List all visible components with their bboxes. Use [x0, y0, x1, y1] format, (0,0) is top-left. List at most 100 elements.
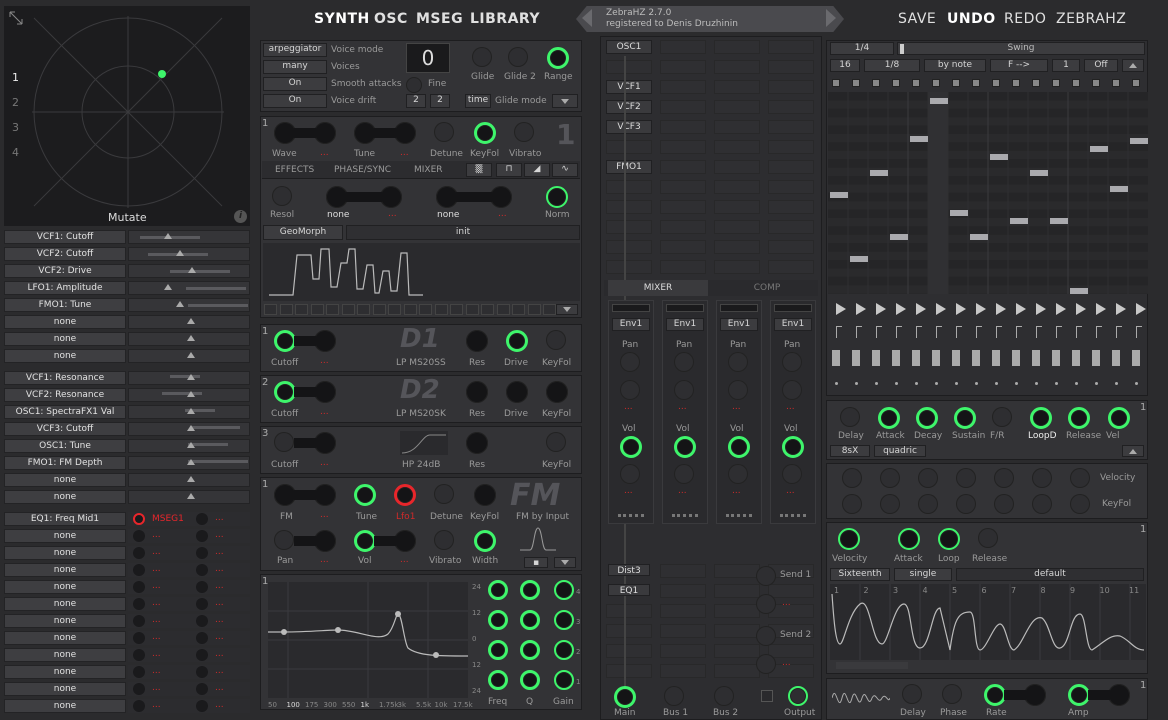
mseg-velocity-knob[interactable] — [838, 528, 860, 550]
arp-step-dot[interactable] — [1055, 382, 1058, 385]
vibrato-knob[interactable] — [514, 122, 534, 142]
grid-slot[interactable] — [660, 584, 706, 598]
arp-order-button[interactable]: by note — [924, 59, 986, 72]
grid-slot[interactable] — [660, 624, 706, 638]
fmo-pan-mod-knob[interactable] — [314, 530, 336, 552]
waveform-square-icon[interactable]: ⊓ — [496, 163, 522, 177]
mod-target-c-6[interactable]: none — [4, 614, 126, 628]
grid-slot[interactable] — [606, 140, 652, 154]
arp-oct-button[interactable]: 1 — [1052, 59, 1080, 72]
grid-slot[interactable] — [714, 260, 760, 274]
osc-step[interactable] — [403, 304, 417, 315]
eq-band-knob[interactable] — [488, 580, 508, 600]
eq-band-knob[interactable] — [520, 670, 540, 690]
env-mod-knob[interactable] — [880, 494, 900, 514]
arp-steps-button[interactable]: 16 — [830, 59, 860, 72]
tab-osc[interactable]: OSC — [374, 11, 408, 27]
arp-len-button[interactable]: 1/8 — [864, 59, 920, 72]
grid-slot[interactable] — [768, 644, 814, 658]
send2-mod-knob[interactable] — [756, 654, 776, 674]
arp-velocity-bar[interactable] — [1132, 350, 1140, 366]
mseg-graph[interactable] — [830, 584, 1146, 660]
grid-slot[interactable] — [714, 180, 760, 194]
arp-step-toggle[interactable] — [872, 79, 880, 87]
osc-step[interactable] — [326, 304, 339, 315]
mod-source-mod_rows_a-1[interactable]: VCF2: Cutoff — [4, 247, 126, 261]
grid-slot[interactable] — [660, 140, 706, 154]
env-mod-knob[interactable] — [956, 468, 976, 488]
env-mod-knob[interactable] — [1032, 468, 1052, 488]
fmo-vol-mod-knob[interactable] — [394, 530, 416, 552]
mod-source-mod_rows_b-7[interactable]: none — [4, 490, 126, 504]
arp-gate-icon[interactable] — [896, 326, 902, 338]
arp-velocity-bar[interactable] — [992, 350, 1000, 366]
tab-synth[interactable]: SYNTH — [314, 11, 370, 27]
grid-slot[interactable] — [768, 240, 814, 254]
grid-slot[interactable] — [606, 604, 652, 618]
grid-slot[interactable] — [714, 40, 760, 54]
mixer-vol-mod-knob[interactable] — [782, 464, 802, 484]
arp-play-step-icon[interactable] — [1136, 303, 1146, 315]
arp-step-dot[interactable] — [835, 382, 838, 385]
grid-slot[interactable] — [660, 200, 706, 214]
osc-preset-init[interactable]: init — [346, 225, 580, 240]
env-knob-7[interactable] — [1108, 407, 1130, 429]
arp-play-step-icon[interactable] — [916, 303, 926, 315]
eq-band-knob[interactable] — [520, 580, 540, 600]
vcf2-cutoff-knob[interactable] — [274, 381, 296, 403]
mod-target-c-7[interactable]: none — [4, 631, 126, 645]
tab-mixer-grid[interactable]: MIXER — [608, 280, 708, 296]
grid-slot[interactable] — [768, 160, 814, 174]
env-mod-knob[interactable] — [880, 468, 900, 488]
resol-knob[interactable] — [272, 186, 292, 206]
grid-slot[interactable] — [768, 584, 814, 598]
arp-step-toggle[interactable] — [832, 79, 840, 87]
grid-slot[interactable] — [606, 644, 652, 658]
arp-collapse-button[interactable] — [1122, 59, 1144, 72]
arp-play-step-icon[interactable] — [856, 303, 866, 315]
osc-step[interactable] — [527, 304, 541, 315]
mod-c-knob2[interactable] — [196, 666, 208, 678]
eq-band-knob[interactable] — [554, 610, 574, 630]
eq-band-knob[interactable] — [520, 640, 540, 660]
mod-c-knob2[interactable] — [196, 513, 208, 525]
vcf1-cutoff-knob[interactable] — [274, 330, 296, 352]
grid-slot[interactable] — [606, 220, 652, 234]
xy-num-1[interactable]: 1 — [12, 71, 19, 84]
mod-source-mod_rows_b-1[interactable]: VCF2: Resonance — [4, 388, 126, 402]
mod-source-mod_rows_b-5[interactable]: FMO1: FM Depth — [4, 456, 126, 470]
mixer-pan-knob[interactable] — [674, 352, 694, 372]
vcf1-type-label[interactable]: LP MS20SS — [396, 358, 446, 368]
fmo-tune-mod-knob[interactable] — [394, 484, 416, 506]
arp-gate-icon[interactable] — [1016, 326, 1022, 338]
env-knob-4[interactable] — [992, 407, 1012, 427]
time-button[interactable]: time — [465, 94, 491, 108]
waveform-noise-icon[interactable]: ▒ — [466, 163, 492, 177]
eq1-slot[interactable]: EQ1 — [608, 584, 650, 596]
osc-step[interactable] — [388, 304, 401, 315]
mod-c-knob2[interactable] — [196, 581, 208, 593]
arp-step-toggle[interactable] — [912, 79, 920, 87]
arp-gate-icon[interactable] — [836, 326, 842, 338]
mod-source-mod_rows_a-4[interactable]: FMO1: Tune — [4, 298, 126, 312]
arp-gate-icon[interactable] — [1136, 326, 1142, 338]
grid-slot[interactable] — [660, 604, 706, 618]
bus2-knob[interactable] — [714, 686, 734, 706]
arp-step-toggle[interactable] — [952, 79, 960, 87]
env-mod-knob[interactable] — [1070, 494, 1090, 514]
arp-play-step-icon[interactable] — [936, 303, 946, 315]
arp-step-toggle[interactable] — [1092, 79, 1100, 87]
osc-step[interactable] — [481, 304, 494, 315]
eq-band-knob[interactable] — [488, 670, 508, 690]
mod-c-knob1[interactable] — [133, 615, 145, 627]
mod-target-c-9[interactable]: none — [4, 665, 126, 679]
arp-step-dot[interactable] — [875, 382, 878, 385]
arp-gate-icon[interactable] — [1116, 326, 1122, 338]
osc-step[interactable] — [543, 304, 556, 315]
arp-mode-button[interactable]: Off — [1084, 59, 1118, 72]
osc-step[interactable] — [264, 304, 277, 315]
env-mod-knob[interactable] — [994, 468, 1014, 488]
arp-velocity-bar[interactable] — [932, 350, 940, 366]
eq-band-knob[interactable] — [554, 670, 574, 690]
arp-step-dot[interactable] — [915, 382, 918, 385]
